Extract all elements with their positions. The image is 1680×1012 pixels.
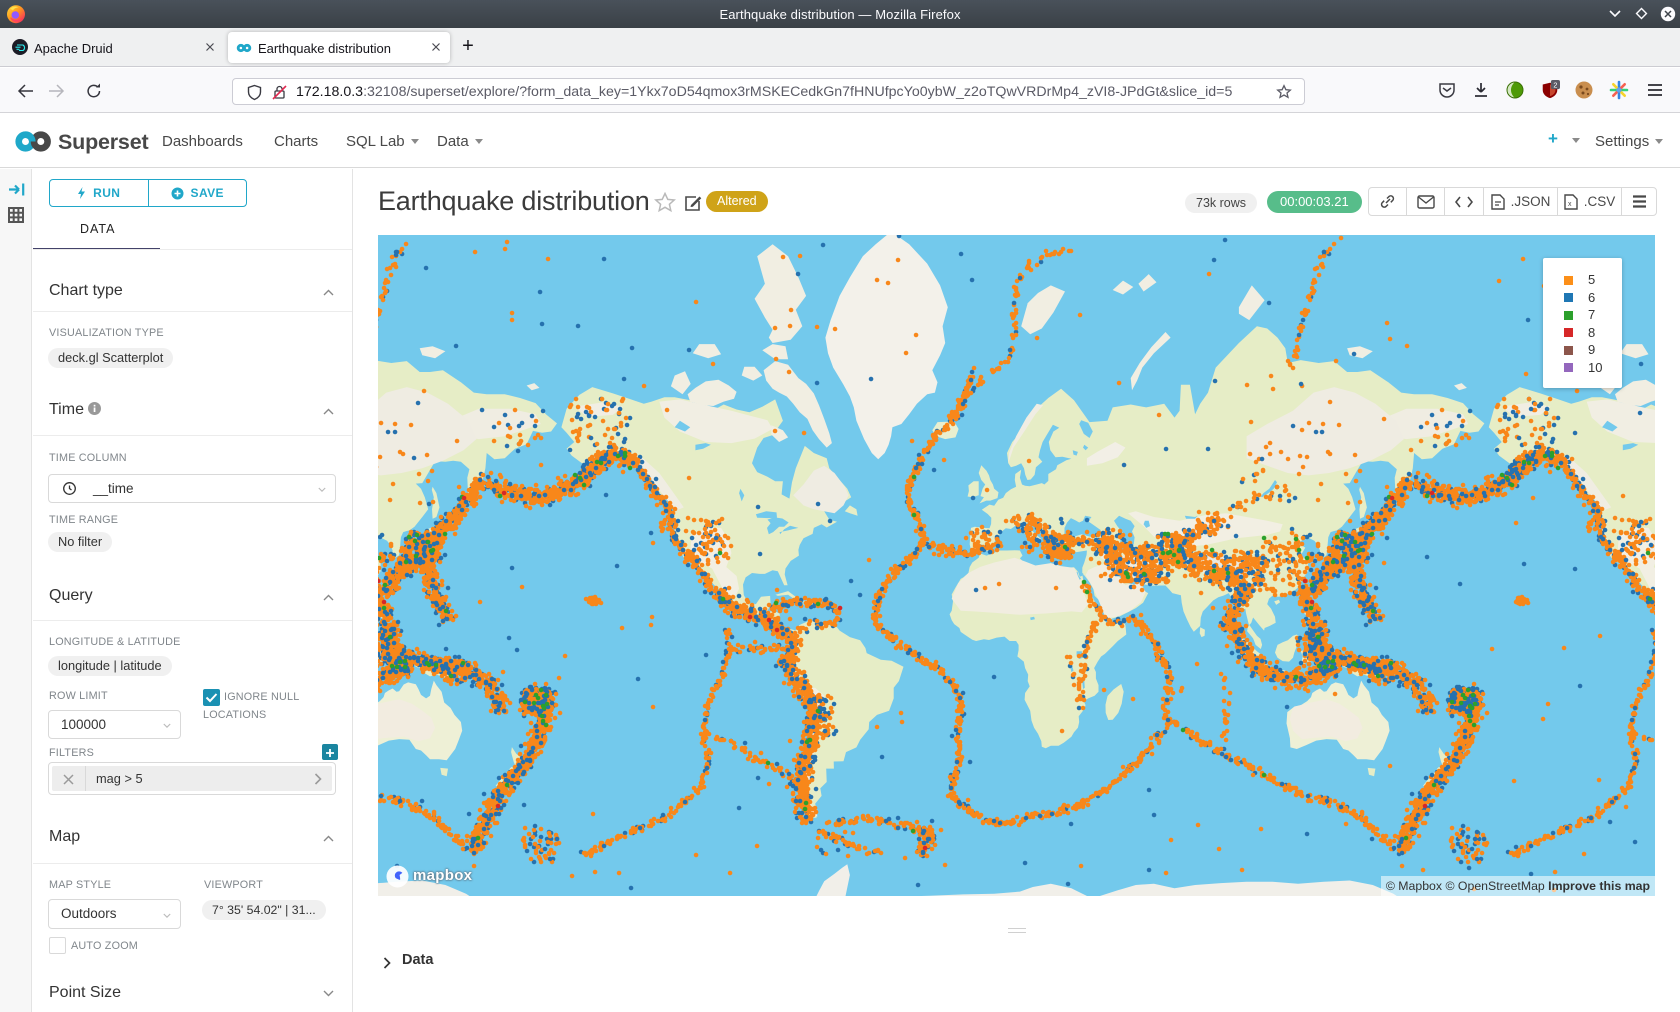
svg-text:x: x [1568,201,1572,208]
svg-text:2: 2 [1553,80,1557,89]
